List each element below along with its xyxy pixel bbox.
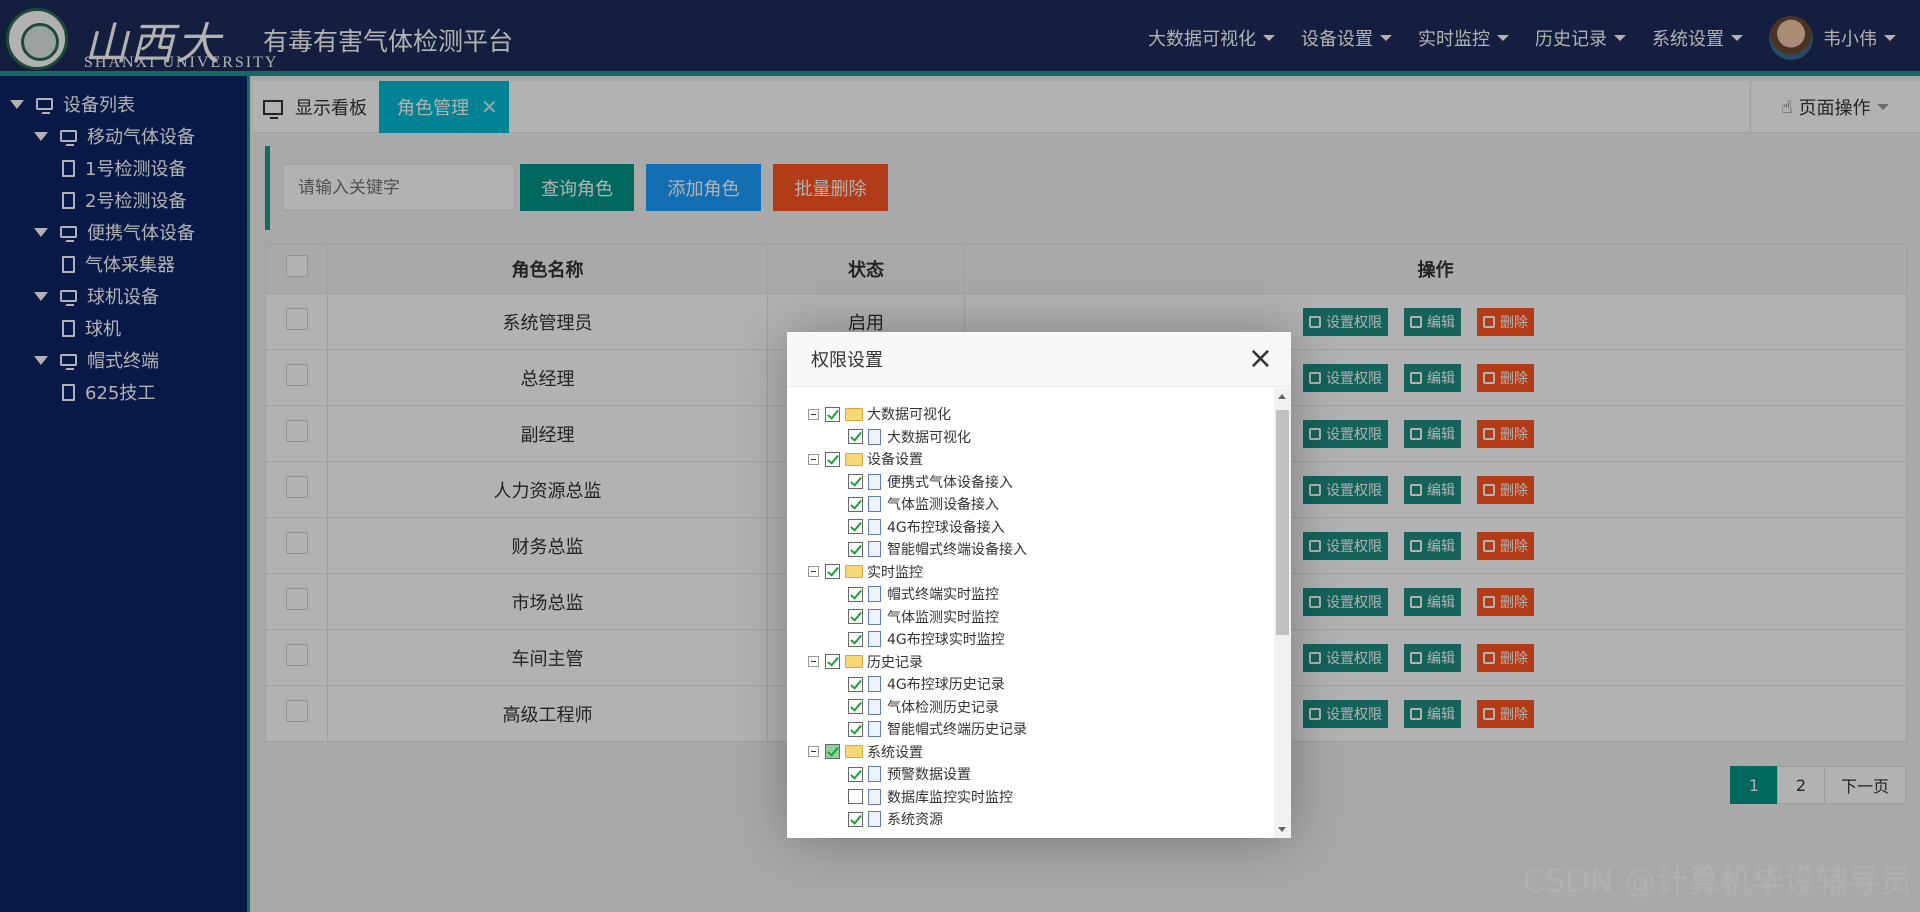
page-icon [868,473,881,490]
item-checkbox[interactable] [848,429,863,444]
folder-icon [845,407,863,421]
folder-icon [845,655,863,668]
item-checkbox[interactable] [848,586,863,602]
permission-item[interactable]: 数据库监控实时监控 [848,787,1013,807]
page-icon [868,518,881,535]
close-icon[interactable]: × [1248,344,1273,374]
collapse-icon[interactable] [808,656,819,667]
permission-item[interactable]: 气体检测历史记录 [848,697,999,717]
permission-item[interactable]: 4G布控球实时监控 [848,629,1005,649]
scroll-down-icon[interactable] [1278,827,1286,832]
item-checkbox[interactable] [848,789,863,804]
permission-item[interactable]: 帽式终端实时监控 [848,584,999,604]
page-icon [868,428,881,445]
permission-item[interactable]: 气体监测设备接入 [848,494,999,514]
item-checkbox[interactable] [848,609,863,624]
page-icon [868,721,881,737]
group-checkbox[interactable] [825,654,840,669]
page-icon [868,541,881,557]
scroll-thumb[interactable] [1276,410,1289,635]
page-icon [868,608,881,625]
item-checkbox[interactable] [848,676,863,692]
group-checkbox[interactable] [825,451,840,467]
scroll-up-icon[interactable] [1278,394,1286,399]
item-checkbox[interactable] [848,496,863,512]
permission-group[interactable]: 大数据可视化 [808,404,951,424]
item-checkbox[interactable] [848,811,863,827]
group-checkbox[interactable] [825,406,840,422]
permission-group[interactable]: 设备设置 [808,449,923,469]
dialog-header: 权限设置 × [787,332,1291,387]
permission-dialog: 权限设置 × 大数据可视化 大数据可视化 设备设置 便携式气体设备接入 气体监测设备接入… [787,332,1291,838]
page-icon [868,788,881,805]
permission-item[interactable]: 4G布控球历史记录 [848,674,1005,694]
dialog-title: 权限设置 [811,350,883,371]
group-checkbox[interactable] [825,564,840,579]
folder-icon [845,745,863,758]
page-icon [868,698,881,715]
item-checkbox[interactable] [848,519,863,534]
page-icon [868,496,881,512]
collapse-icon[interactable] [808,566,819,577]
permission-item[interactable]: 便携式气体设备接入 [848,472,1013,492]
folder-icon [845,452,863,466]
permission-item[interactable]: 4G布控球设备接入 [848,517,1005,537]
scrollbar[interactable] [1274,388,1291,838]
page-icon [868,766,881,782]
permission-item[interactable]: 预警数据设置 [848,764,971,784]
page-icon [868,676,881,692]
page-icon [868,631,881,647]
folder-icon [845,565,863,578]
permission-tree: 大数据可视化 大数据可视化 设备设置 便携式气体设备接入 气体监测设备接入 4G布控球设备… [787,388,1291,838]
permission-item[interactable]: 智能帽式终端历史记录 [848,719,1027,739]
collapse-icon[interactable] [808,408,819,420]
item-checkbox[interactable] [848,699,863,714]
item-checkbox[interactable] [848,541,863,557]
permission-group[interactable]: 系统设置 [808,742,923,762]
item-checkbox[interactable] [848,474,863,489]
item-checkbox[interactable] [848,721,863,737]
page-icon [868,811,881,827]
permission-item[interactable]: 大数据可视化 [848,427,971,447]
collapse-icon[interactable] [808,453,819,465]
permission-item[interactable]: 系统资源 [848,809,943,829]
permission-item[interactable]: 智能帽式终端设备接入 [848,539,1027,559]
page-icon [868,586,881,602]
permission-item[interactable]: 气体监测实时监控 [848,607,999,627]
permission-group[interactable]: 历史记录 [808,652,923,672]
collapse-icon[interactable] [808,746,819,757]
permission-group[interactable]: 实时监控 [808,562,923,582]
group-checkbox[interactable] [825,744,840,759]
item-checkbox[interactable] [848,631,863,647]
item-checkbox[interactable] [848,766,863,782]
